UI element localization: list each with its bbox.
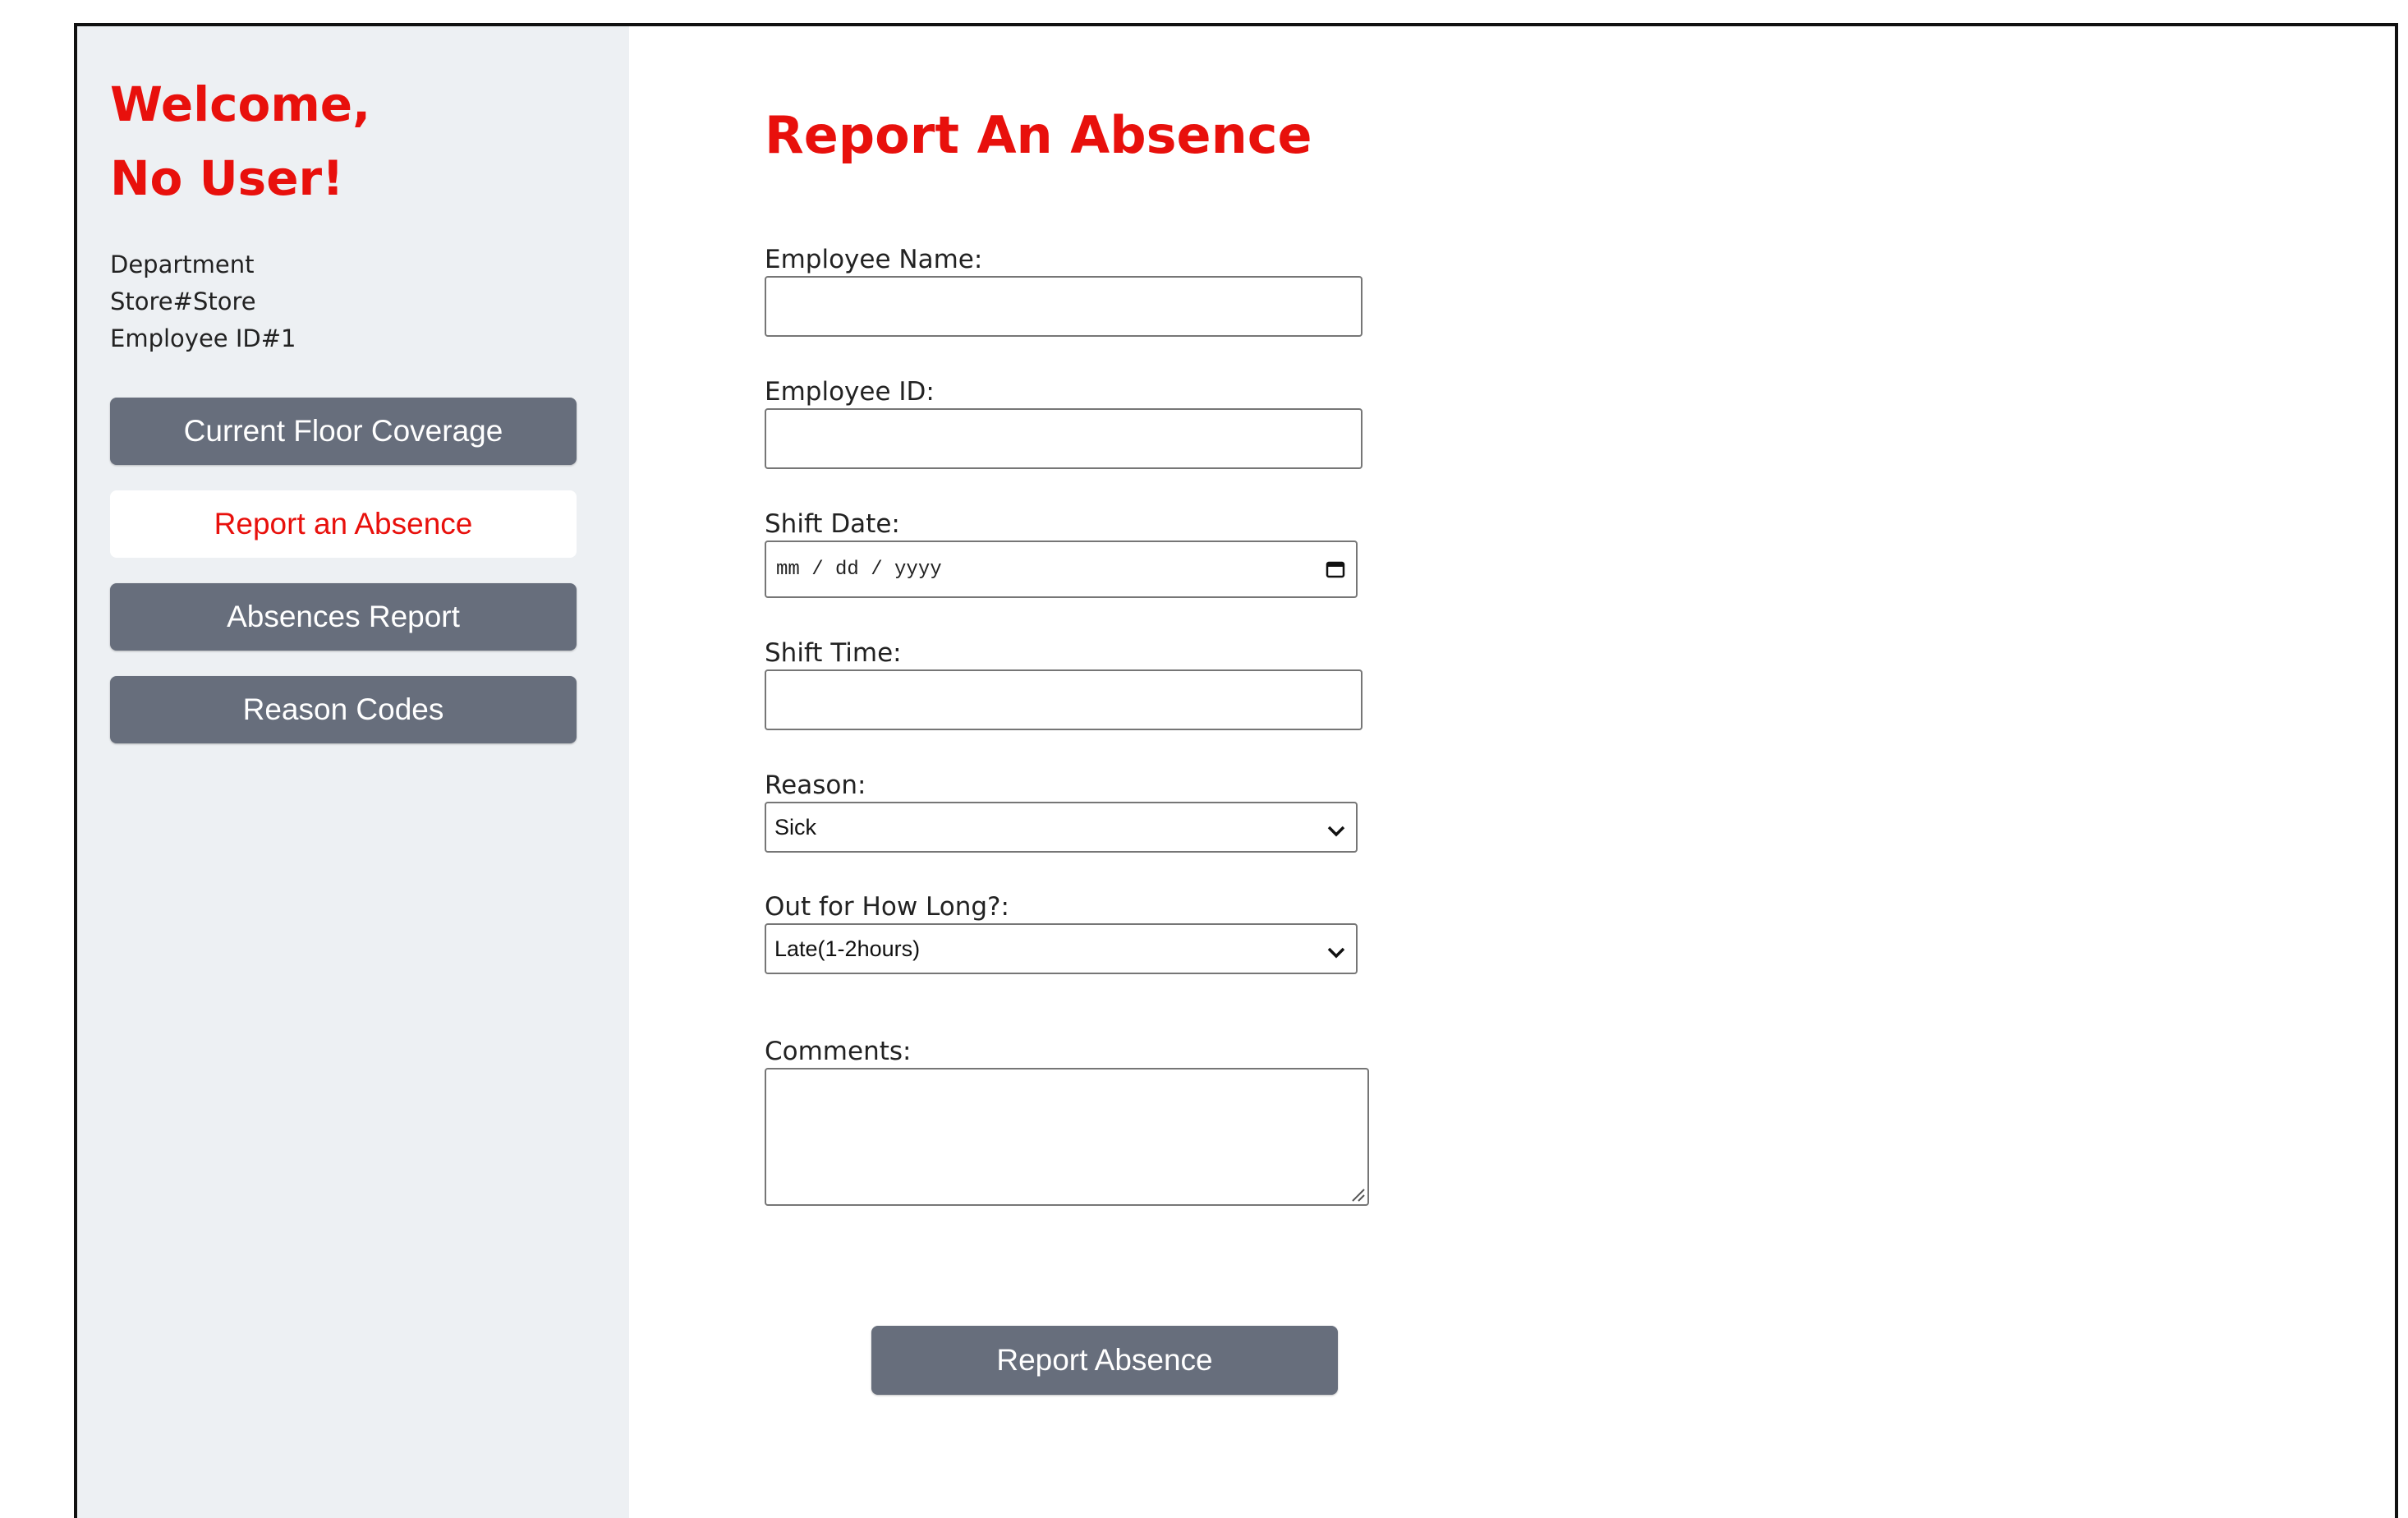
employee-name-input[interactable] — [765, 276, 1363, 337]
resize-grip-icon[interactable] — [1348, 1184, 1366, 1203]
shift-time-label: Shift Time: — [765, 638, 902, 668]
employee-id-label: Employee ID: — [765, 377, 935, 407]
reason-select[interactable]: Sick — [765, 802, 1358, 853]
main-content: Report An Absence Employee Name: Employe… — [629, 26, 2395, 1518]
nav-absences-report[interactable]: Absences Report — [110, 583, 577, 651]
chevron-down-icon — [1325, 819, 1348, 837]
employee-name-label: Employee Name: — [765, 245, 983, 274]
welcome-heading: Welcome, No User! — [110, 67, 370, 215]
reason-selected: Sick — [774, 814, 817, 840]
calendar-icon[interactable] — [1325, 559, 1346, 579]
department-text: Department — [110, 251, 255, 278]
reason-label: Reason: — [765, 770, 866, 800]
report-absence-button[interactable]: Report Absence — [871, 1326, 1338, 1395]
user-info: Department Store#Store Employee ID#1 — [110, 246, 296, 357]
shift-date-input[interactable]: mm / dd / yyyy — [765, 540, 1358, 598]
duration-label: Out for How Long?: — [765, 892, 1009, 922]
shift-time-input[interactable] — [765, 669, 1363, 730]
comments-label: Comments: — [765, 1037, 912, 1066]
nav-current-floor-coverage[interactable]: Current Floor Coverage — [110, 398, 577, 465]
duration-selected: Late(1-2hours) — [774, 936, 921, 961]
sidebar: Welcome, No User! Department Store#Store… — [77, 26, 629, 1518]
chevron-down-icon — [1325, 941, 1348, 959]
duration-select[interactable]: Late(1-2hours) — [765, 923, 1358, 974]
user-name: No User! — [110, 150, 344, 206]
page-title: Report An Absence — [765, 105, 1312, 165]
comments-textarea[interactable] — [765, 1068, 1369, 1206]
employee-id-text: Employee ID#1 — [110, 324, 296, 352]
welcome-line: Welcome, — [110, 76, 371, 132]
nav-report-an-absence[interactable]: Report an Absence — [110, 490, 577, 558]
shift-date-placeholder: mm / dd / yyyy — [776, 558, 942, 581]
app-frame: Welcome, No User! Department Store#Store… — [74, 23, 2398, 1518]
nav-reason-codes[interactable]: Reason Codes — [110, 676, 577, 743]
shift-date-label: Shift Date: — [765, 509, 900, 539]
store-text: Store#Store — [110, 288, 256, 315]
employee-id-input[interactable] — [765, 408, 1363, 469]
